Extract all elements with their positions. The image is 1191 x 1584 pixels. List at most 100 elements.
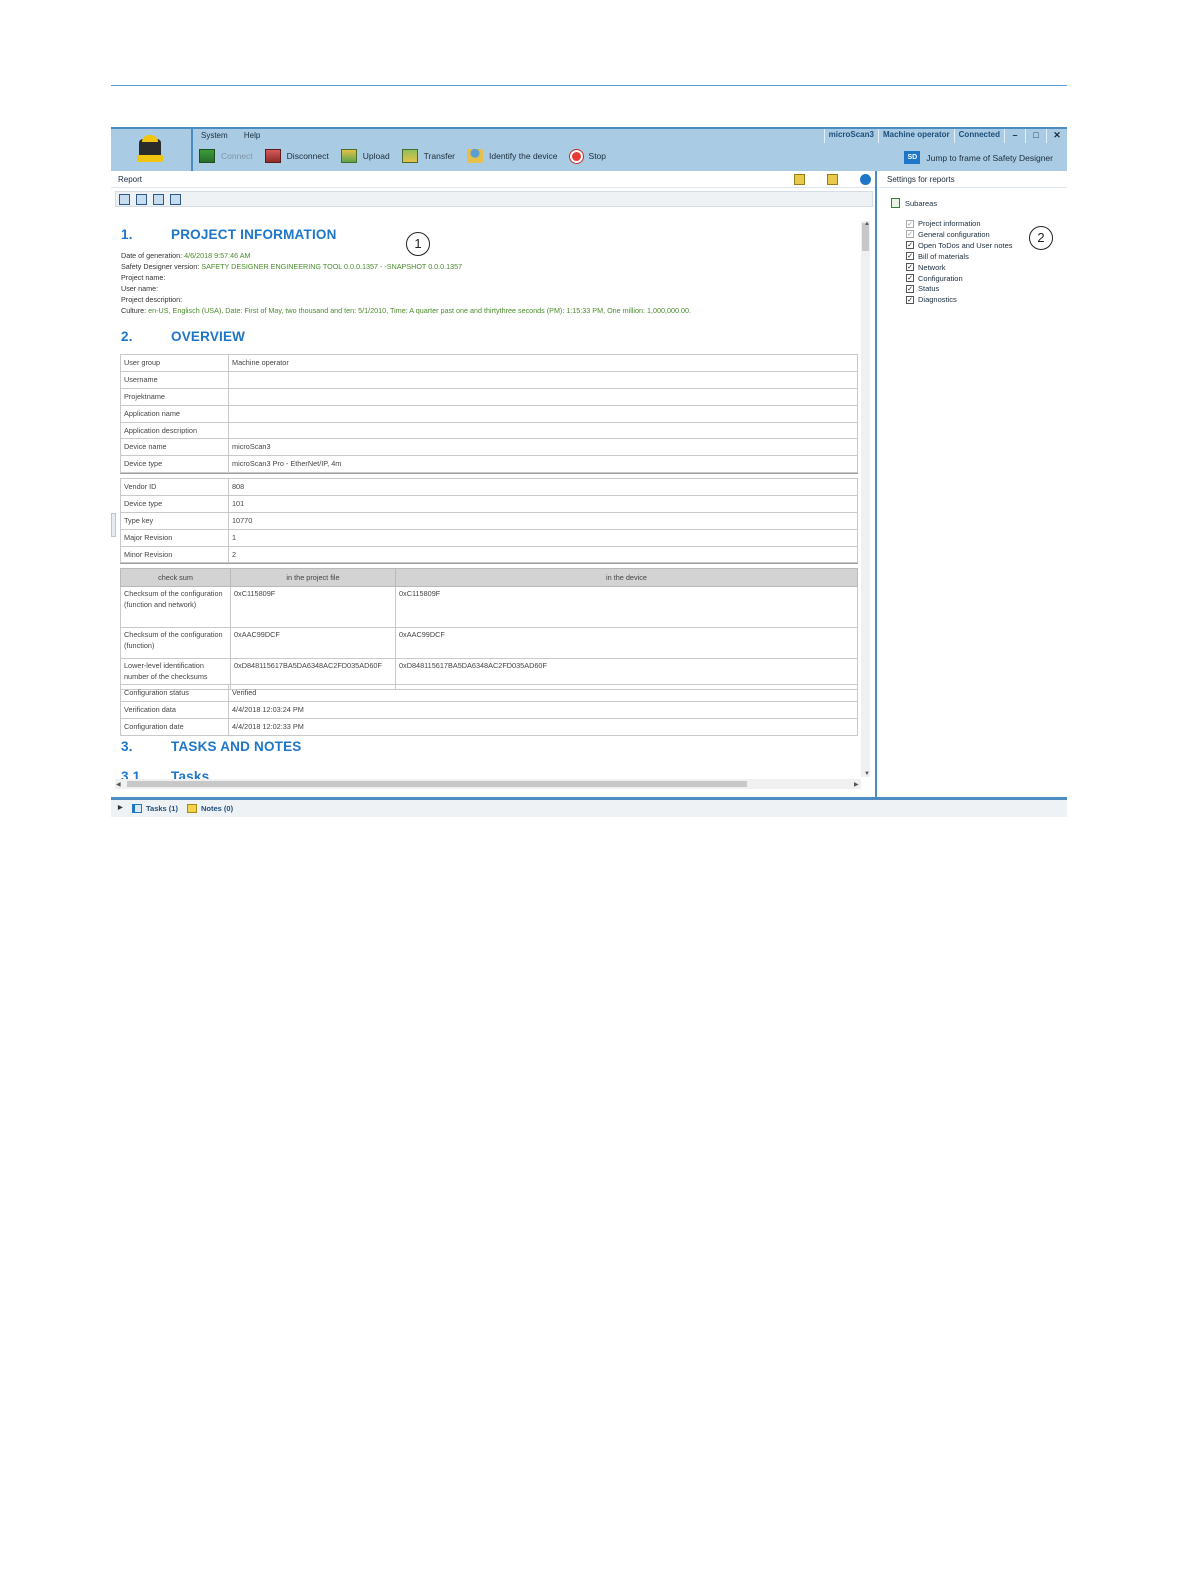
tasks-tab[interactable]: Tasks (1) [132, 804, 178, 813]
report-vertical-scrollbar[interactable] [861, 221, 870, 777]
transfer-icon [401, 149, 418, 163]
row-key: Projektname [120, 387, 229, 406]
heading-tasks-and-notes: 3. TASKS AND NOTES [121, 739, 302, 754]
subarea-label: Diagnostics [918, 295, 957, 305]
print-icon[interactable] [136, 193, 147, 205]
subarea-checkbox-item[interactable]: ✓ Project information [906, 219, 981, 228]
close-button[interactable]: ✕ [1046, 129, 1067, 143]
subareas-node[interactable]: Subareas [891, 198, 937, 208]
help-icon[interactable] [860, 174, 871, 185]
checksum-device-value: 0xAAC99DCF [395, 627, 858, 659]
menu-help[interactable]: Help [244, 131, 260, 140]
row-value [228, 370, 858, 389]
checksum-device-value: 0xC115809F [395, 586, 858, 628]
identify-device-button[interactable]: Identify the device [467, 149, 558, 163]
status-area: microScan3 Machine operator Connected – … [823, 129, 1067, 143]
jump-label: Jump to frame of Safety Designer [926, 152, 1053, 163]
upload-icon [340, 149, 357, 163]
table-row: Major Revision 1 [120, 528, 858, 547]
config-table: Configuration status Verified Verification… [120, 684, 858, 736]
horizontal-scroll-thumb[interactable] [127, 781, 747, 787]
jump-to-safety-designer-button[interactable]: SD Jump to frame of Safety Designer [904, 151, 1053, 164]
export-icon[interactable] [153, 193, 164, 205]
device-header: in the device [395, 568, 858, 587]
row-value [228, 404, 858, 423]
subarea-checkbox-item[interactable]: ✓ Diagnostics [906, 295, 957, 304]
checksum-project-value: 0xC115809F [230, 586, 396, 628]
report-toolbar [115, 191, 873, 207]
row-value: microScan3 [228, 438, 858, 457]
disconnect-button[interactable]: Disconnect [264, 149, 329, 163]
checkbox-icon[interactable]: ✓ [906, 241, 914, 250]
row-value [228, 421, 858, 440]
notes-tab[interactable]: Notes (0) [187, 804, 233, 813]
menu-system[interactable]: System [201, 131, 228, 140]
checkbox-icon[interactable]: ✓ [906, 263, 914, 272]
checkbox-icon[interactable]: ✓ [906, 295, 914, 304]
expand-arrow-icon[interactable]: ▶ [118, 804, 123, 811]
table-row: User group Machine operator [120, 354, 858, 372]
scroll-up-icon[interactable]: ▲ [864, 221, 870, 227]
subarea-checkbox-item[interactable]: ✓ Configuration [906, 274, 963, 283]
project-meta: Date of generation: 4/6/2018 9:57:46 AM … [121, 251, 691, 315]
device-logo [111, 129, 193, 171]
transfer-button[interactable]: Transfer [401, 149, 456, 163]
scroll-down-icon[interactable]: ▼ [864, 771, 870, 777]
subarea-checkbox-item[interactable]: ✓ Network [906, 263, 946, 272]
identify-icon [467, 149, 484, 163]
report-title: Report [118, 175, 143, 184]
subarea-label: Bill of materials [918, 251, 969, 261]
row-key: User group [120, 354, 229, 372]
collapse-panel-handle[interactable] [111, 513, 116, 537]
row-key: Device name [120, 438, 229, 457]
scroll-left-icon[interactable]: ◀ [116, 781, 121, 788]
report-horizontal-scrollbar[interactable] [115, 779, 861, 789]
subarea-checkbox-item[interactable]: ✓ Bill of materials [906, 252, 969, 261]
refresh-icon[interactable] [170, 193, 181, 205]
checkbox-icon[interactable]: ✓ [906, 230, 914, 239]
checkbox-icon[interactable]: ✓ [906, 274, 914, 282]
subarea-label: General configuration [918, 229, 990, 239]
table-row: Vendor ID 808 [120, 478, 858, 496]
row-value: 2 [228, 545, 858, 564]
connect-button[interactable]: Connect [199, 149, 253, 163]
minimize-button[interactable]: – [1004, 129, 1025, 143]
vertical-scroll-thumb[interactable] [862, 223, 869, 251]
table-row: Application name [120, 404, 858, 423]
subarea-checkbox-item[interactable]: ✓ General configuration [906, 230, 990, 239]
table-row: Verification data 4/4/2018 12:03:24 PM [120, 700, 858, 719]
row-key: Application description [120, 421, 229, 440]
report-panel: Report 1. PROJECT INFORMATION Date of gen… [111, 171, 877, 797]
maximize-button[interactable]: □ [1025, 129, 1046, 143]
row-value: 101 [228, 494, 858, 513]
subarea-checkbox-item[interactable]: ✓ Open ToDos and User notes [906, 241, 1013, 250]
status-user-group[interactable]: Machine operator [877, 129, 954, 143]
stop-button[interactable]: Stop [569, 149, 606, 163]
subarea-checkbox-item[interactable]: ✓ Status [906, 284, 939, 293]
project-file-header: in the project file [230, 568, 396, 587]
callout-1: 1 [406, 232, 430, 256]
report-document: 1. PROJECT INFORMATION Date of generation… [111, 213, 859, 779]
scroll-right-icon[interactable]: ▶ [854, 781, 859, 788]
row-key: Minor Revision [120, 545, 229, 564]
table-row: Minor Revision 2 [120, 545, 858, 564]
settings-title: Settings for reports [879, 171, 1067, 188]
checkbox-icon[interactable]: ✓ [906, 252, 914, 261]
note-add-icon[interactable] [827, 174, 838, 185]
row-value: 808 [228, 478, 858, 496]
transfer-label: Transfer [423, 151, 456, 161]
checksum-row: Checksum of the configuration (function)… [120, 627, 858, 659]
flag-icon [132, 804, 142, 813]
safety-designer-icon: SD [904, 151, 921, 164]
upload-button[interactable]: Upload [340, 149, 390, 163]
checkbox-icon[interactable]: ✓ [906, 219, 914, 228]
save-icon[interactable] [119, 193, 130, 205]
heading-project-information: 1. PROJECT INFORMATION [121, 227, 337, 242]
checksum-name: Checksum of the configuration (function … [120, 586, 231, 628]
checkbox-icon[interactable]: ✓ [906, 284, 914, 293]
table-row: Username [120, 370, 858, 389]
note-icon [187, 804, 197, 813]
table-row: Configuration date 4/4/2018 12:02:33 PM [120, 717, 858, 736]
note-export-icon[interactable] [794, 174, 805, 185]
row-key: Configuration date [120, 717, 229, 736]
